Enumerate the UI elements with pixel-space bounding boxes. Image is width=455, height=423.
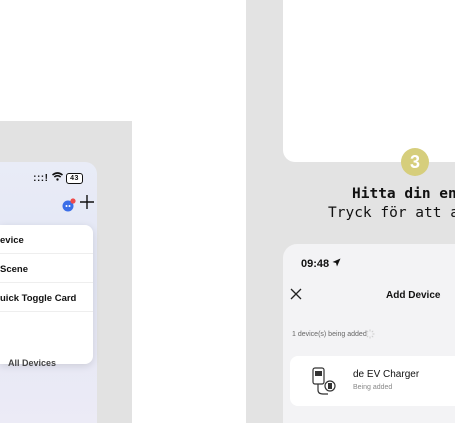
- device-name: de EV Charger: [353, 369, 420, 380]
- step-number-badge: 3: [401, 148, 429, 176]
- loading-spinner-icon: [365, 329, 375, 339]
- device-status: Being added: [353, 384, 393, 391]
- menu-item-create-scene[interactable]: Scene: [0, 254, 93, 283]
- wifi-icon: [51, 172, 66, 184]
- location-arrow-icon: [332, 258, 341, 267]
- battery-icon: 43: [66, 172, 83, 184]
- status-bar: :::! 43: [33, 172, 83, 184]
- assistant-icon[interactable]: [62, 198, 76, 212]
- signal-icon: :::!: [33, 173, 49, 184]
- step-instruction-title: Hitta din enh: [352, 186, 455, 202]
- adding-status-text: 1 device(s) being added: [292, 331, 367, 338]
- plus-icon[interactable]: [79, 194, 95, 210]
- add-device-screen: 09:48 Add Device 1 device(s) being added…: [283, 244, 455, 423]
- menu-item-scan[interactable]: [0, 312, 93, 340]
- page-title: Add Device: [386, 290, 441, 301]
- device-list-item[interactable]: de EV Charger Being added: [290, 356, 455, 406]
- step-instruction-subtitle: Tryck för att a: [328, 205, 455, 221]
- menu-item-quick-toggle-card[interactable]: uick Toggle Card: [0, 283, 93, 312]
- all-devices-label: All Devices: [8, 358, 57, 368]
- status-time: 09:48: [301, 258, 341, 270]
- previous-step-card: [283, 0, 455, 162]
- menu-item-add-device[interactable]: evice: [0, 225, 93, 254]
- ev-charger-icon: [312, 367, 336, 395]
- close-icon[interactable]: [290, 288, 302, 300]
- add-menu-dropdown: evice Scene uick Toggle Card: [0, 225, 93, 364]
